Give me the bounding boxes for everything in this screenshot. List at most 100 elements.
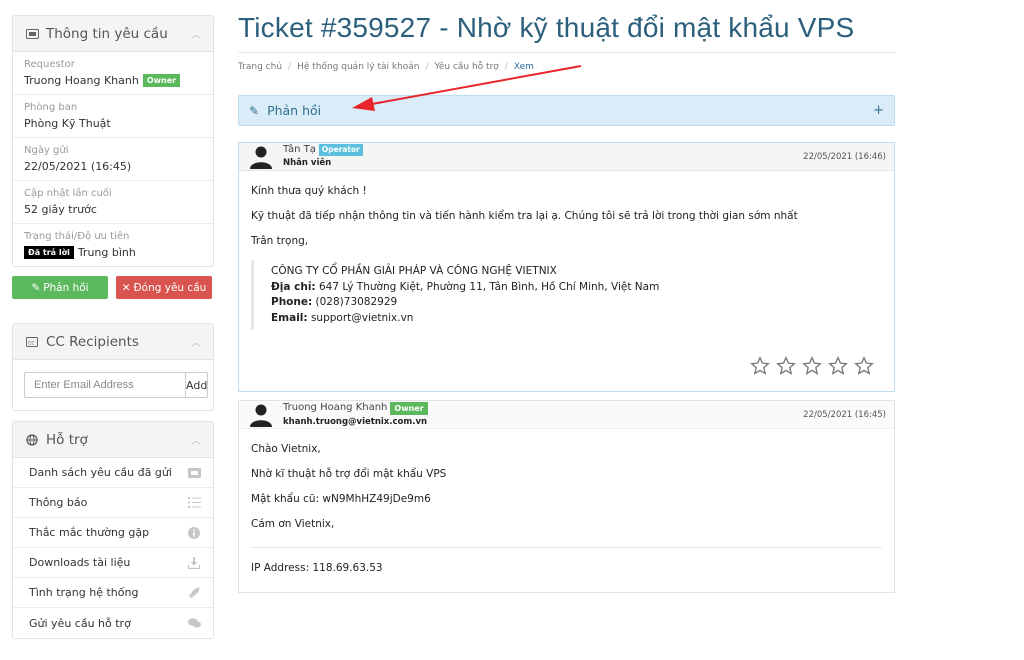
breadcrumb: Trang chủ / Hệ thống quản lý tài khoản / Y… bbox=[238, 62, 534, 72]
owner-badge: Owner bbox=[142, 74, 181, 87]
operator-badge: Operator bbox=[318, 144, 363, 156]
support-panel: Hỗ trợ ︿ Danh sách yêu cầu đã gửi Thông … bbox=[12, 421, 214, 639]
chevron-up-icon[interactable]: ︿ bbox=[191, 432, 201, 447]
message-line: Trân trọng, bbox=[251, 235, 309, 247]
last-update-label: Cập nhật lần cuối bbox=[24, 188, 112, 199]
page-title: Ticket #359527 - Nhờ kỹ thuật đổi mật kh… bbox=[238, 12, 855, 43]
support-item-label: Tình trạng hệ thống bbox=[29, 586, 139, 599]
support-header[interactable]: Hỗ trợ ︿ bbox=[13, 422, 213, 458]
reply-bar-label: Phản hồi bbox=[267, 103, 322, 118]
title-divider bbox=[238, 52, 895, 53]
message-line: Kỹ thuật đã tiếp nhận thông tin và tiến … bbox=[251, 210, 798, 222]
last-update-row: Cập nhật lần cuối 52 giây trước bbox=[13, 181, 213, 224]
chevron-up-icon[interactable]: ︿ bbox=[191, 26, 201, 41]
client-message: Truong Hoang Khanh Owner khanh.truong@vie… bbox=[238, 400, 895, 593]
star-icon[interactable] bbox=[828, 356, 848, 376]
cc-email-input[interactable] bbox=[24, 372, 185, 398]
phone-label: Phone: bbox=[271, 296, 313, 308]
reply-button[interactable]: ✎ Phản hồi bbox=[12, 276, 108, 299]
support-item-network-status[interactable]: Tình trạng hệ thống bbox=[13, 578, 213, 608]
support-item-faq[interactable]: Thắc mắc thường gặp bbox=[13, 518, 213, 548]
signature-block: CÔNG TY CỔ PHẦN GIẢI PHÁP VÀ CÔNG NGHỆ V… bbox=[251, 260, 882, 330]
star-icon[interactable] bbox=[854, 356, 874, 376]
download-icon bbox=[187, 556, 201, 570]
signature-company: CÔNG TY CỔ PHẦN GIẢI PHÁP VÀ CÔNG NGHỆ V… bbox=[271, 265, 557, 277]
pencil-icon: ✎ bbox=[31, 281, 41, 294]
support-item-announcements[interactable]: Thông báo bbox=[13, 488, 213, 518]
user-avatar-icon bbox=[250, 404, 272, 427]
staff-reply: Tân Tạ Operator Nhân viên 22/05/2021 (16:… bbox=[238, 142, 895, 392]
close-ticket-label: Đóng yêu cầu bbox=[133, 281, 207, 294]
chevron-up-icon[interactable]: ︿ bbox=[191, 334, 201, 349]
ticket-info-header[interactable]: Thông tin yêu cầu ︿ bbox=[13, 16, 213, 52]
status-row: Trạng thái/Độ ưu tiên Đã trả lời Trung bì… bbox=[13, 224, 213, 266]
globe-icon bbox=[25, 433, 39, 447]
ticket-info-title: Thông tin yêu cầu bbox=[46, 25, 168, 42]
support-item-label: Downloads tài liệu bbox=[29, 556, 131, 569]
cc-add-button[interactable]: Add bbox=[185, 372, 209, 398]
cc-panel: cc CC Recipients ︿ Add bbox=[12, 323, 214, 411]
close-icon: ✕ bbox=[121, 281, 131, 294]
date-sent-row: Ngày gửi 22/05/2021 (16:45) bbox=[13, 138, 213, 181]
list-icon bbox=[187, 496, 201, 510]
date-sent-label: Ngày gửi bbox=[24, 145, 69, 156]
cc-icon: cc bbox=[25, 335, 39, 349]
breadcrumb-account[interactable]: Hệ thống quản lý tài khoản bbox=[297, 62, 419, 72]
department-label: Phòng ban bbox=[24, 102, 78, 113]
priority-value: Trung bình bbox=[77, 246, 136, 259]
phone-value: (028)73082929 bbox=[315, 296, 398, 308]
info-icon bbox=[187, 526, 201, 540]
star-icon[interactable] bbox=[802, 356, 822, 376]
last-update-value: 52 giây trước bbox=[24, 203, 97, 216]
requestor-row: Requestor Truong Hoang Khanh Owner bbox=[13, 52, 213, 95]
date-sent-value: 22/05/2021 (16:45) bbox=[24, 160, 132, 173]
reply-toggle-bar[interactable]: ✎ Phản hồi + bbox=[238, 95, 895, 126]
status-label: Trạng thái/Độ ưu tiên bbox=[24, 231, 130, 242]
ip-address: IP Address: 118.69.63.53 bbox=[251, 562, 383, 574]
message-line: Kính thưa quý khách ! bbox=[251, 185, 367, 197]
message-date: 22/05/2021 (16:46) bbox=[803, 151, 886, 162]
support-item-tickets[interactable]: Danh sách yêu cầu đã gửi bbox=[13, 458, 213, 488]
client-email: khanh.truong@vietnix.com.vn bbox=[283, 416, 428, 427]
support-item-open-ticket[interactable]: Gửi yêu cầu hỗ trợ bbox=[13, 608, 213, 638]
support-title: Hỗ trợ bbox=[46, 431, 88, 448]
department-value: Phòng Kỹ Thuật bbox=[24, 117, 111, 130]
ticket-info-panel: Thông tin yêu cầu ︿ Requestor Truong Hoa… bbox=[12, 15, 214, 267]
support-item-label: Gửi yêu cầu hỗ trợ bbox=[29, 616, 131, 630]
user-avatar-icon bbox=[250, 146, 272, 169]
requestor-value: Truong Hoang Khanh bbox=[24, 74, 139, 87]
staff-role: Nhân viên bbox=[283, 158, 332, 168]
client-name: Truong Hoang Khanh bbox=[283, 402, 388, 413]
email-label: Email: bbox=[271, 311, 308, 324]
star-icon[interactable] bbox=[750, 356, 770, 376]
address-label: Địa chỉ: bbox=[271, 280, 316, 293]
department-row: Phòng ban Phòng Kỹ Thuật bbox=[13, 95, 213, 138]
reply-button-label: Phản hồi bbox=[43, 281, 89, 294]
close-ticket-button[interactable]: ✕ Đóng yêu cầu bbox=[116, 276, 212, 299]
message-line: Mật khẩu cũ: wN9MhHZ49jDe9m6 bbox=[251, 493, 431, 505]
message-line: Cám ơn Vietnix, bbox=[251, 518, 335, 530]
pencil-icon: ✎ bbox=[249, 103, 260, 118]
ticket-icon bbox=[187, 466, 201, 480]
message-divider bbox=[251, 547, 882, 548]
expand-plus-icon[interactable]: + bbox=[873, 103, 884, 118]
breadcrumb-view: Xem bbox=[513, 62, 534, 72]
support-item-label: Thông báo bbox=[29, 496, 88, 509]
rocket-icon bbox=[187, 586, 201, 600]
comments-icon bbox=[187, 616, 201, 630]
support-item-downloads[interactable]: Downloads tài liệu bbox=[13, 548, 213, 578]
rating-stars bbox=[750, 356, 874, 376]
breadcrumb-home[interactable]: Trang chủ bbox=[238, 62, 282, 72]
staff-name: Tân Tạ bbox=[283, 144, 316, 155]
star-icon[interactable] bbox=[776, 356, 796, 376]
requestor-label: Requestor bbox=[24, 59, 75, 70]
cc-title: CC Recipients bbox=[46, 333, 139, 350]
email-value: support@vietnix.vn bbox=[310, 311, 414, 324]
message-line: Nhờ kĩ thuật hỗ trợ đổi mật khẩu VPS bbox=[251, 468, 447, 480]
breadcrumb-support[interactable]: Yêu cầu hỗ trợ bbox=[435, 62, 499, 72]
cc-header[interactable]: cc CC Recipients ︿ bbox=[13, 324, 213, 360]
owner-badge: Owner bbox=[390, 401, 428, 415]
address-value: 647 Lý Thường Kiệt, Phường 11, Tân Bình,… bbox=[318, 280, 660, 293]
svg-text:cc: cc bbox=[28, 339, 35, 346]
status-badge: Đã trả lời bbox=[24, 246, 74, 259]
